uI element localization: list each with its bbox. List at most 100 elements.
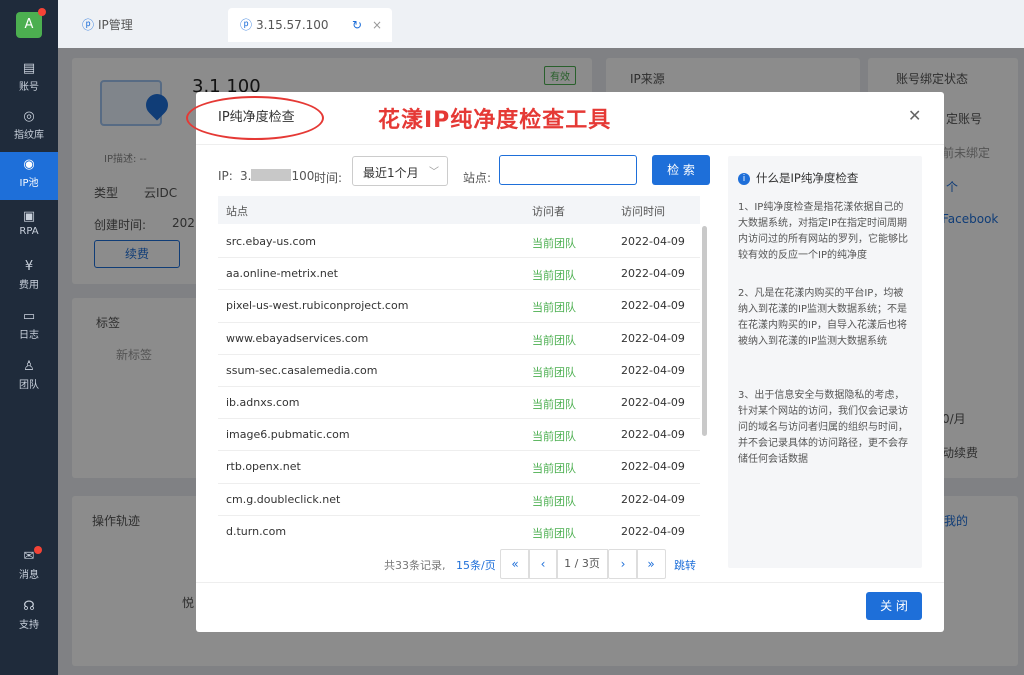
cell-time: 2022-04-09: [621, 235, 685, 248]
site-table: 站点 访问者 访问时间 src.ebay-us.com 当前团队 2022-04-0…: [218, 196, 708, 540]
time-range-value: 最近1个月: [363, 166, 419, 180]
ip-label: IP:: [218, 169, 233, 183]
cell-site: ib.adnxs.com: [226, 395, 300, 409]
table-row: rtb.openx.net 当前团队 2022-04-09: [218, 451, 700, 484]
cell-visitor: 当前团队: [532, 494, 576, 508]
column-header-site[interactable]: 站点: [226, 203, 248, 219]
cell-visitor: 当前团队: [532, 462, 576, 476]
cell-visitor: 当前团队: [532, 237, 576, 250]
time-range-select[interactable]: 最近1个月 ﹀: [352, 156, 448, 186]
ip-prefix: 3.: [240, 169, 252, 183]
team-icon: ♙: [23, 359, 35, 374]
table-row: src.ebay-us.com 当前团队 2022-04-09: [218, 226, 700, 259]
close-icon[interactable]: ×: [372, 8, 382, 42]
headset-icon: ☊: [23, 599, 35, 614]
table-row: cm.g.doubleclick.net 当前团队 2022-04-09: [218, 484, 700, 516]
divider: [196, 582, 944, 583]
table-row: image6.pubmatic.com 当前团队 2022-04-09: [218, 419, 700, 452]
site-search-input[interactable]: [499, 155, 637, 185]
cell-time: 2022-04-09: [621, 299, 685, 313]
sidebar-item-label: RPA: [19, 226, 39, 237]
sidebar-item-team[interactable]: ♙ 团队: [0, 354, 58, 402]
notification-dot: [38, 8, 46, 16]
column-header-time[interactable]: 访问时间: [621, 203, 665, 219]
goto-page-link[interactable]: 跳转: [674, 557, 696, 573]
id-card-icon: ▤: [22, 61, 36, 76]
sidebar-item-label: 支持: [19, 620, 39, 631]
annotation-text: 花漾IP纯净度检查工具: [378, 108, 612, 133]
cell-time: 2022-04-09: [621, 492, 685, 506]
close-icon[interactable]: ✕: [908, 106, 921, 125]
table-row: pixel-us-west.rubiconproject.com 当前团队 2022…: [218, 290, 700, 323]
page-size-select[interactable]: 15条/页: [456, 557, 496, 573]
ip-icon: ◉: [23, 157, 35, 172]
search-button[interactable]: 检 索: [652, 155, 710, 185]
sidebar-item-support[interactable]: ☊ 支持: [0, 594, 58, 642]
table-row: www.ebayadservices.com 当前团队 2022-04-09: [218, 323, 700, 355]
info-paragraph: 2、凡是在花漾内购买的平台IP，均被纳入到花漾的IP监测大数据系统；不是在花漾内…: [738, 288, 907, 347]
chevron-down-icon: ﹀: [429, 167, 439, 178]
cell-site: aa.online-metrix.net: [226, 267, 338, 281]
ip-purity-modal: IP纯净度检查 ✕ IP: 3. 100 时间: 最近1个月 ﹀ 站点: 检 索 …: [196, 92, 944, 632]
cell-site: pixel-us-west.rubiconproject.com: [226, 299, 409, 313]
divider: [196, 144, 944, 145]
avatar[interactable]: A: [16, 8, 46, 38]
masked-ip: [251, 169, 292, 181]
avatar-letter: A: [24, 17, 34, 32]
prev-page-button[interactable]: ‹: [528, 549, 558, 579]
cell-site: cm.g.doubleclick.net: [226, 492, 341, 506]
cell-visitor: 当前团队: [532, 269, 576, 283]
table-header: 站点 访问者 访问时间: [218, 196, 700, 224]
next-page-button[interactable]: ›: [608, 549, 638, 579]
sidebar: A ▤ 账号 ◎ 指纹库 ◉ IP池 ▣ RPA ¥ 费用 ▭ 日志 ♙ 团队 …: [0, 0, 58, 675]
cell-time: 2022-04-09: [621, 267, 685, 281]
info-title-text: 什么是IP纯净度检查: [756, 171, 859, 185]
sidebar-item-billing[interactable]: ¥ 费用: [0, 254, 58, 302]
cell-time: 2022-04-09: [621, 460, 685, 474]
tab-label: 3.15.57.100: [256, 18, 329, 32]
tab-ip-management[interactable]: ⓟ IP管理: [70, 8, 145, 42]
cell-visitor: 当前团队: [532, 397, 576, 411]
cell-site: src.ebay-us.com: [226, 235, 317, 248]
time-label: 时间:: [314, 171, 343, 185]
close-button[interactable]: 关 闭: [866, 592, 922, 620]
sidebar-item-fingerprints[interactable]: ◎ 指纹库: [0, 104, 58, 152]
notification-dot: [34, 546, 42, 554]
cell-time: 2022-04-09: [621, 395, 685, 409]
cell-time: 2022-04-09: [621, 428, 685, 442]
sidebar-item-label: 指纹库: [14, 130, 44, 141]
info-title: i 什么是IP纯净度检查: [738, 170, 858, 186]
sidebar-item-label: 团队: [19, 380, 39, 391]
fingerprint-icon: ◎: [23, 109, 35, 124]
ip-icon: ⓟ: [82, 18, 95, 32]
table-scrollbar[interactable]: [702, 226, 707, 436]
cell-visitor: 当前团队: [532, 365, 576, 379]
table-row: ssum-sec.casalemedia.com 当前团队 2022-04-09: [218, 355, 700, 387]
column-header-visitor[interactable]: 访问者: [532, 203, 565, 219]
sidebar-item-rpa[interactable]: ▣ RPA: [0, 204, 58, 252]
sidebar-item-messages[interactable]: ✉ 消息: [0, 544, 58, 592]
sidebar-item-ip-pool[interactable]: ◉ IP池: [0, 152, 58, 200]
total-records: 共33条记录,: [384, 559, 446, 572]
cell-site: ssum-sec.casalemedia.com: [226, 363, 378, 377]
last-page-button[interactable]: »: [636, 549, 666, 579]
sidebar-item-label: 日志: [19, 330, 39, 341]
site-label: 站点:: [463, 171, 492, 185]
first-page-button[interactable]: «: [500, 549, 530, 579]
ip-suffix: 100: [291, 169, 315, 183]
tab-ip-detail[interactable]: ⓟ 3.15.57.100 ↻ ×: [228, 8, 392, 42]
sidebar-item-accounts[interactable]: ▤ 账号: [0, 56, 58, 104]
cell-site: rtb.openx.net: [226, 460, 301, 474]
table-row: ib.adnxs.com 当前团队 2022-04-09: [218, 387, 700, 420]
info-panel: i 什么是IP纯净度检查 1、IP纯净度检查是指花漾依据自己的大数据系统，对指定I…: [728, 156, 922, 568]
ip-value: 3. 100: [240, 169, 314, 183]
robot-icon: ▣: [22, 209, 36, 224]
reload-icon[interactable]: ↻: [352, 8, 362, 42]
ip-icon: ⓟ: [240, 18, 253, 32]
sidebar-item-logs[interactable]: ▭ 日志: [0, 304, 58, 352]
cell-time: 2022-04-09: [621, 363, 685, 377]
cell-visitor: 当前团队: [532, 526, 576, 540]
table-row: d.turn.com 当前团队 2022-04-09: [218, 516, 700, 540]
annotation-oval: [186, 96, 324, 140]
sidebar-item-label: 账号: [19, 82, 39, 93]
